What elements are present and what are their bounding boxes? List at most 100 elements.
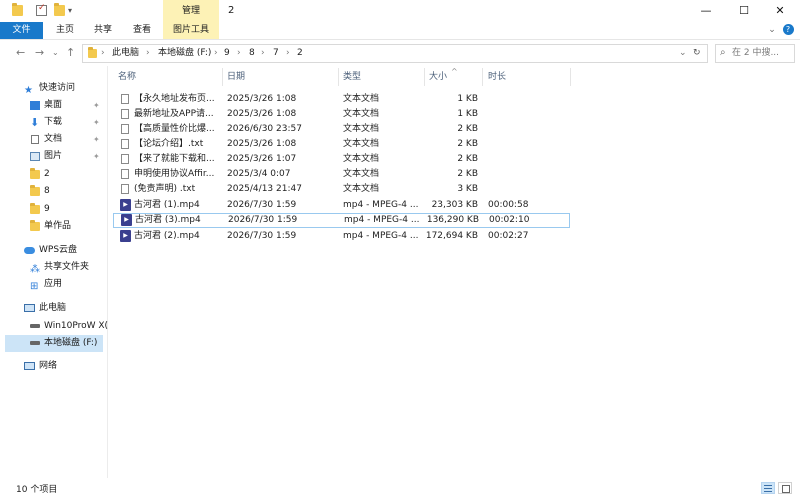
- file-name: 最新地址及APP请...: [134, 109, 214, 119]
- file-size: 2 KB: [457, 154, 478, 164]
- sidebar-item-wps-cloud[interactable]: WPS云盘: [0, 242, 104, 259]
- sidebar-item-pictures[interactable]: 图片 ✦: [0, 148, 104, 165]
- breadcrumb-7[interactable]: 7: [273, 45, 279, 62]
- file-type: 文本文档: [343, 169, 380, 179]
- sidebar-item-local-disk-f[interactable]: 本地磁盘 (F:): [5, 335, 103, 352]
- folder-icon: [12, 3, 23, 16]
- column-header-duration[interactable]: 时长: [488, 68, 506, 86]
- breadcrumb-2[interactable]: 2: [297, 45, 303, 62]
- help-icon[interactable]: ?: [781, 22, 795, 39]
- pin-icon: ✦: [93, 135, 100, 144]
- minimize-button[interactable]: —: [688, 0, 724, 22]
- column-header-size[interactable]: 大小: [429, 68, 447, 86]
- sidebar-item-network[interactable]: 网络: [0, 358, 104, 375]
- file-name: 【永久地址发布页...: [134, 94, 215, 104]
- folder-icon: [30, 185, 40, 196]
- sidebar-item-folder-2[interactable]: 2: [0, 166, 104, 183]
- title-bar: ✓ ▾: [0, 0, 800, 22]
- video-file-icon: ▶: [121, 214, 132, 226]
- details-view-icon[interactable]: [761, 482, 775, 494]
- new-folder-icon[interactable]: [54, 3, 65, 16]
- customize-toolbar-icon[interactable]: ▾: [68, 5, 79, 16]
- ribbon-tabs: 文件 主页 共享 查看 图片工具 ⌄ ?: [0, 22, 800, 40]
- item-count: 10 个项目: [16, 485, 58, 495]
- sidebar-item-apps[interactable]: ⊞ 应用: [0, 276, 104, 293]
- file-row[interactable]: 【永久地址发布页... 2025/3/26 1:08 文本文档 1 KB: [113, 92, 568, 107]
- forward-icon[interactable]: →: [35, 46, 44, 59]
- large-icons-view-icon[interactable]: [778, 482, 792, 494]
- manage-tab[interactable]: 管理: [163, 0, 219, 22]
- drive-icon: [30, 341, 40, 345]
- file-name: 【来了就能下载和...: [134, 154, 215, 164]
- file-row[interactable]: 【来了就能下载和... 2025/3/26 1:07 文本文档 2 KB: [113, 152, 568, 167]
- file-name: 古河君 (3).mp4: [135, 215, 201, 225]
- sidebar-item-shared-folder[interactable]: ⁂ 共享文件夹: [0, 259, 104, 276]
- file-row[interactable]: 最新地址及APP请... 2025/3/26 1:08 文本文档 1 KB: [113, 107, 568, 122]
- tab-picture-tools[interactable]: 图片工具: [163, 22, 219, 39]
- sidebar-item-quick-access[interactable]: ★ 快速访问: [0, 80, 104, 97]
- file-name: 【论坛介绍】.txt: [134, 139, 204, 149]
- navigation-pane: ★ 快速访问 桌面 ✦ ⬇ 下载 ✦ 文档 ✦ 图片 ✦ 2 8 9 单作品 W…: [0, 66, 108, 478]
- tab-file[interactable]: 文件: [0, 22, 43, 39]
- tab-view[interactable]: 查看: [128, 22, 156, 39]
- file-type: mp4 - MPEG-4 ...: [343, 231, 419, 241]
- close-button[interactable]: ✕: [762, 0, 798, 22]
- video-file-icon: ▶: [120, 230, 131, 242]
- breadcrumb-8[interactable]: 8: [249, 45, 255, 62]
- tab-share[interactable]: 共享: [89, 22, 117, 39]
- column-header-name[interactable]: 名称: [118, 68, 136, 86]
- address-dropdown-icon[interactable]: ⌄: [679, 45, 687, 62]
- text-file-icon: [121, 109, 129, 119]
- up-icon[interactable]: ↑: [66, 46, 75, 59]
- sidebar-item-single-works[interactable]: 单作品: [0, 218, 104, 235]
- column-header-type[interactable]: 类型: [343, 68, 361, 86]
- file-row[interactable]: 申明使用协议Affir... 2025/3/4 0:07 文本文档 2 KB: [113, 167, 568, 182]
- column-header-date[interactable]: 日期: [227, 68, 245, 86]
- file-size: 172,694 KB: [425, 231, 478, 241]
- cloud-icon: [24, 247, 35, 254]
- picture-icon: [30, 152, 40, 161]
- breadcrumb-drive-f[interactable]: 本地磁盘 (F:): [158, 45, 211, 62]
- maximize-button[interactable]: ☐: [726, 0, 762, 22]
- file-row-selected[interactable]: ▶ 古河君 (3).mp4 2026/7/30 1:59 mp4 - MPEG-…: [113, 213, 570, 228]
- sort-ascending-icon: ^: [451, 67, 458, 76]
- file-row[interactable]: 【论坛介绍】.txt 2025/3/26 1:08 文本文档 2 KB: [113, 137, 568, 152]
- file-duration: 00:00:58: [488, 200, 529, 210]
- file-row[interactable]: ▶ 古河君 (2).mp4 2026/7/30 1:59 mp4 - MPEG-…: [113, 229, 568, 244]
- column-headers: 名称 日期 类型 大小 ^ 时长: [110, 67, 800, 86]
- sidebar-item-this-pc[interactable]: 此电脑: [0, 300, 104, 317]
- breadcrumb-this-pc[interactable]: 此电脑: [112, 45, 139, 62]
- file-name: 【高质量性价比爆...: [134, 124, 215, 134]
- file-date: 2025/3/26 1:08: [227, 109, 297, 119]
- search-input[interactable]: ⌕ 在 2 中搜...: [715, 44, 795, 63]
- breadcrumb-9[interactable]: 9: [224, 45, 230, 62]
- address-bar[interactable]: › 此电脑 › 本地磁盘 (F:) › 9 › 8 › 7 › 2 ⌄ ↻: [82, 44, 708, 63]
- file-name: 古河君 (2).mp4: [134, 231, 200, 241]
- sidebar-item-folder-8[interactable]: 8: [0, 183, 104, 200]
- recent-locations-icon[interactable]: ⌄: [52, 48, 59, 57]
- ribbon-expand-icon[interactable]: ⌄: [765, 22, 779, 39]
- file-date: 2025/3/26 1:07: [227, 154, 297, 164]
- file-name: 申明使用协议Affir...: [134, 169, 215, 179]
- sidebar-item-folder-9[interactable]: 9: [0, 201, 104, 218]
- file-row[interactable]: (免责声明) .txt 2025/4/13 21:47 文本文档 3 KB: [113, 182, 568, 197]
- file-type: 文本文档: [343, 124, 380, 134]
- file-row[interactable]: 【高质量性价比爆... 2026/6/30 23:57 文本文档 2 KB: [113, 122, 568, 137]
- sidebar-item-win10-drive[interactable]: Win10ProW X(: [0, 318, 108, 335]
- file-row[interactable]: ▶ 古河君 (1).mp4 2026/7/30 1:59 mp4 - MPEG-…: [113, 198, 568, 213]
- refresh-icon[interactable]: ↻: [693, 45, 701, 62]
- file-duration: 00:02:27: [488, 231, 529, 241]
- text-file-icon: [121, 94, 129, 104]
- sidebar-item-documents[interactable]: 文档 ✦: [0, 131, 104, 148]
- properties-icon[interactable]: ✓: [36, 3, 47, 16]
- back-icon[interactable]: ←: [16, 46, 25, 59]
- search-placeholder: 在 2 中搜...: [732, 48, 780, 58]
- sidebar-item-desktop[interactable]: 桌面 ✦: [0, 97, 104, 114]
- drive-icon: [30, 324, 40, 328]
- file-size: 1 KB: [457, 94, 478, 104]
- file-size: 136,290 KB: [426, 215, 479, 225]
- file-date: 2026/6/30 23:57: [227, 124, 302, 134]
- file-size: 1 KB: [457, 109, 478, 119]
- sidebar-item-downloads[interactable]: ⬇ 下载 ✦: [0, 114, 104, 131]
- tab-home[interactable]: 主页: [51, 22, 79, 39]
